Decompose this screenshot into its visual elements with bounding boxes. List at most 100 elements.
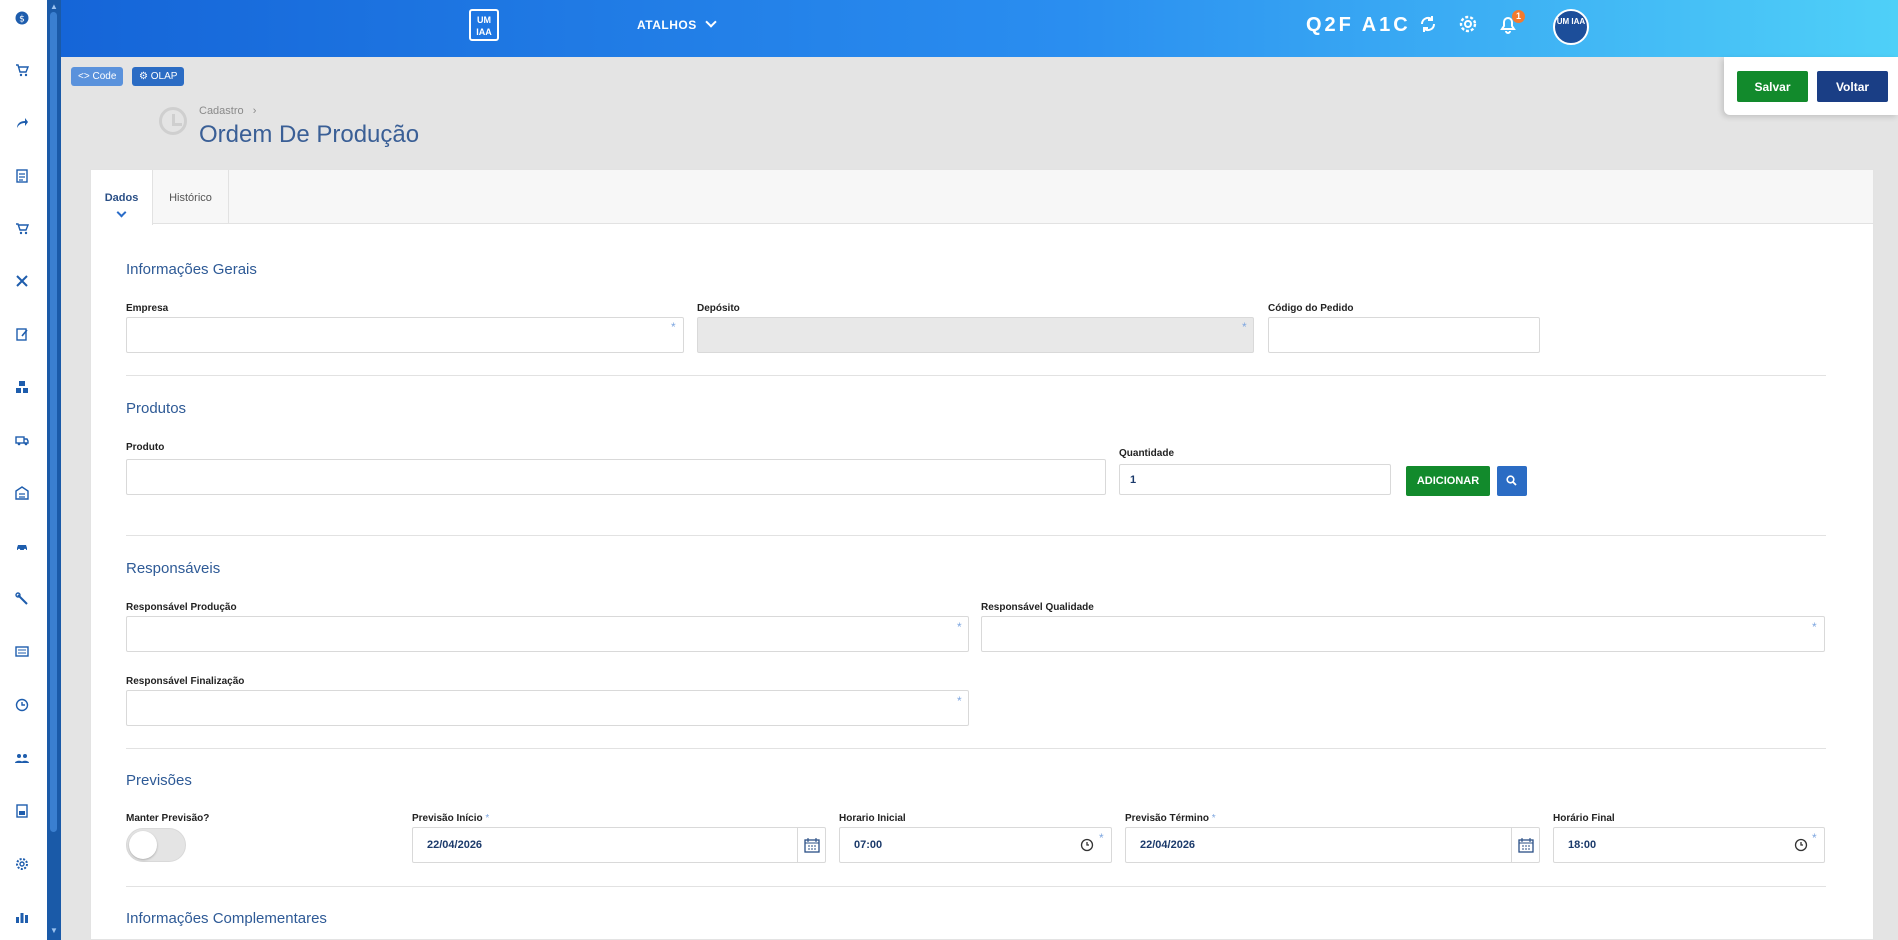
section-products-title: Produtos [126,400,187,417]
required-mark: * [485,813,490,824]
cart-add-icon[interactable] [14,221,30,237]
truck-icon[interactable] [14,433,30,449]
section-divider [126,375,1826,376]
section-complementary-title: Informações Complementares [126,910,327,927]
calendar-icon[interactable] [797,828,825,862]
previsao-inicio-field[interactable] [412,827,826,863]
scrollbar-thumb[interactable] [50,12,57,832]
product-search-button[interactable] [1497,466,1527,496]
edit-document-icon[interactable] [14,327,30,343]
refresh-icon[interactable] [1417,13,1441,37]
required-mark: * [1099,831,1104,845]
olap-button[interactable]: ⚙ OLAP [132,67,185,86]
avatar-text: UM IAA [1556,17,1586,26]
shortcuts-label: ATALHOS [637,18,697,32]
settings-icon[interactable] [14,857,30,873]
code-icon: <> [78,71,90,82]
manter-previsao-toggle[interactable] [126,828,186,862]
responsavel-finalizacao-label: Responsável Finalização [126,676,245,687]
code-button[interactable]: <> Code [71,67,124,86]
produto-label: Produto [126,442,165,453]
notification-badge: 1 [1512,10,1525,23]
boxes-icon[interactable] [14,380,30,396]
add-product-button[interactable]: ADICIONAR [1406,466,1490,496]
manter-previsao-label: Manter Previsão? [126,813,210,824]
gear-icon[interactable] [1457,13,1481,37]
empresa-field[interactable] [126,317,684,353]
chevron-down-icon [116,207,127,218]
clock-icon[interactable] [14,698,30,714]
previsao-termino-label: Previsão Término * [1125,813,1216,824]
breadcrumb: Cadastro › [199,105,256,117]
horario-inicial-field[interactable] [839,827,1112,863]
breadcrumb-item[interactable]: Cadastro [199,105,244,117]
avatar[interactable]: UM IAA [1553,9,1589,45]
page-title: Ordem De Produção [199,121,420,148]
share-icon[interactable] [14,116,30,132]
responsavel-finalizacao-field[interactable] [126,690,969,726]
scroll-up-icon[interactable]: ▲ [49,2,59,11]
search-icon [1506,475,1517,486]
section-divider [126,886,1826,887]
svg-text:$: $ [19,15,25,25]
action-panel: Salvar Voltar [1724,57,1898,115]
document-icon[interactable] [14,169,30,185]
tab-dados[interactable]: Dados [91,170,153,225]
deposito-field[interactable] [697,317,1254,353]
required-mark: * [1812,620,1817,634]
car-icon[interactable] [14,539,30,555]
form-card: Dados Histórico Informações Gerais Empre… [90,169,1874,940]
responsavel-producao-field[interactable] [126,616,969,652]
calendar-icon[interactable] [1511,828,1539,862]
section-divider [126,535,1826,536]
tab-historico-label: Histórico [169,192,212,204]
report-icon[interactable] [14,804,30,820]
logo-text: UM IAA [476,15,492,37]
tools-icon[interactable] [14,274,30,290]
save-button[interactable]: Salvar [1737,71,1808,102]
scroll-down-icon[interactable]: ▼ [49,926,59,935]
required-mark: * [1812,831,1817,845]
wrench-icon[interactable] [14,592,30,608]
app-logo[interactable]: UM IAA [469,9,499,41]
empresa-label: Empresa [126,303,169,314]
responsavel-qualidade-label: Responsável Qualidade [981,602,1094,613]
olap-button-label: OLAP [150,71,178,82]
toggle-knob [129,831,157,859]
tab-bar: Dados Histórico [91,170,1873,225]
cart-icon[interactable] [14,63,30,79]
horario-final-field[interactable] [1553,827,1825,863]
section-forecasts-title: Previsões [126,772,192,789]
tab-historico[interactable]: Histórico [153,170,229,224]
code-button-label: Code [92,71,117,82]
monitor-icon[interactable] [14,645,30,661]
required-mark: * [1242,320,1247,334]
section-responsibles-title: Responsáveis [126,560,221,577]
clock-icon[interactable] [1074,828,1102,862]
warehouse-icon[interactable] [14,486,30,502]
shortcuts-menu[interactable]: ATALHOS [637,16,717,32]
quantidade-label: Quantidade [1119,448,1175,459]
responsavel-producao-label: Responsável Produção [126,602,237,613]
history-icon [159,107,187,135]
required-mark: * [957,620,962,634]
responsavel-qualidade-field[interactable] [981,616,1825,652]
tab-dados-label: Dados [104,192,139,204]
horario-inicial-label: Horario Inicial [839,813,906,824]
environment-code: Q2F A1C [1306,14,1411,36]
previsao-termino-field[interactable] [1125,827,1540,863]
codigo-pedido-field[interactable] [1268,317,1540,353]
section-divider [126,748,1826,749]
deposito-label: Depósito [697,303,740,314]
chevron-down-icon [705,16,717,28]
quantidade-field[interactable] [1119,464,1391,495]
dollar-icon[interactable]: $ [14,11,30,27]
chart-icon[interactable] [14,910,30,926]
produto-field[interactable] [126,459,1106,495]
back-button[interactable]: Voltar [1817,71,1888,102]
required-mark: * [957,694,962,708]
users-icon[interactable] [14,751,30,767]
section-general-title: Informações Gerais [126,261,257,278]
previsao-termino-label-text: Previsão Término [1125,813,1209,824]
rail-scrollbar[interactable]: ▲ ▼ [47,0,61,940]
